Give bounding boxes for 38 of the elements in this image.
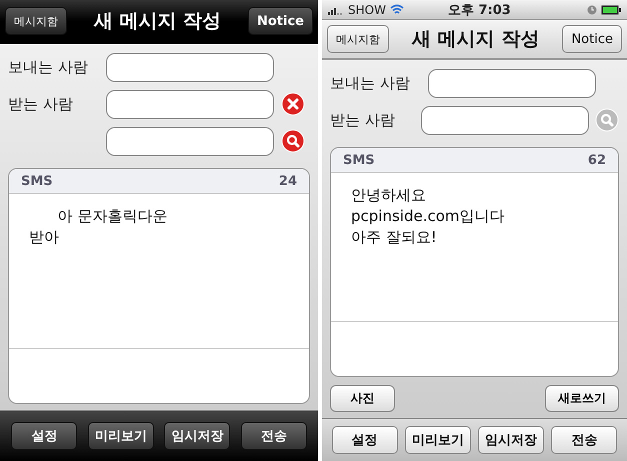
sender-label: 보내는 사람 xyxy=(330,74,411,93)
wifi-icon xyxy=(390,4,404,15)
sender-label: 보내는 사람 xyxy=(8,58,89,77)
back-button[interactable]: 메시지함 xyxy=(327,25,389,53)
search-button[interactable] xyxy=(280,128,306,154)
message-text[interactable]: 안녕하세요 pcpinside.com입니다 아주 잘되요! xyxy=(331,173,618,322)
character-count: 24 xyxy=(278,174,297,188)
clock-icon xyxy=(587,4,597,14)
photo-button[interactable]: 사진 xyxy=(330,385,395,412)
recipient-label: 받는 사람 xyxy=(8,95,74,114)
recipient-field[interactable] xyxy=(106,127,274,156)
status-time: 오후 7:03 xyxy=(448,2,511,18)
toolbar-button[interactable]: 설정 xyxy=(332,426,398,454)
sender-field[interactable] xyxy=(428,69,596,98)
screen-title: 새 메시지 작성 xyxy=(412,27,540,52)
character-count: 62 xyxy=(588,152,606,168)
screen-title: 새 메시지 작성 xyxy=(94,9,222,34)
recipient-label: 받는 사람 xyxy=(330,111,396,130)
toolbar-button[interactable]: 미리보기 xyxy=(88,422,154,450)
message-type: SMS xyxy=(21,174,53,188)
battery-icon xyxy=(601,4,621,14)
message-text[interactable]: 아 문자홀릭다운 받아 xyxy=(9,194,309,349)
rewrite-button[interactable]: 새로쓰기 xyxy=(545,385,619,412)
notice-button[interactable]: Notice xyxy=(562,25,622,53)
recipient-field[interactable] xyxy=(106,90,274,119)
delete-button[interactable] xyxy=(280,92,306,118)
sender-field[interactable] xyxy=(106,53,274,82)
toolbar-button[interactable]: 전송 xyxy=(240,422,307,450)
back-button[interactable]: 메시지함 xyxy=(5,7,67,35)
toolbar-button[interactable]: 설정 xyxy=(11,422,78,450)
carrier-name: SHOW xyxy=(348,2,386,16)
toolbar-button[interactable]: 임시저장 xyxy=(478,426,544,454)
toolbar-button[interactable]: 미리보기 xyxy=(404,426,471,454)
recipient-field[interactable] xyxy=(420,106,589,135)
message-type: SMS xyxy=(343,152,375,168)
notice-button[interactable]: Notice xyxy=(248,7,313,35)
toolbar-button[interactable]: 전송 xyxy=(551,426,618,454)
toolbar-button[interactable]: 임시저장 xyxy=(164,422,230,450)
